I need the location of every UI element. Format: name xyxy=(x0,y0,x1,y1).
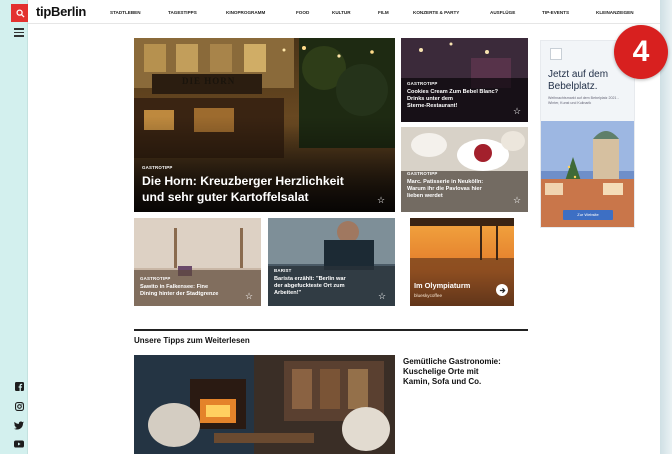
story-title-line1: Gemütliche Gastronomie: xyxy=(403,357,501,366)
nav-item-kultur[interactable]: KULTUR xyxy=(332,10,351,15)
top-navigation: tipBerlin STADTLEBEN TAGESTIPPS KINOPROG… xyxy=(28,0,660,24)
article-card-kamin[interactable] xyxy=(134,355,395,454)
nav-item-tagestipps[interactable]: TAGESTIPPS xyxy=(168,10,197,15)
ad-text: Weihnachtsmarkt auf dem Bebelplatz 2021 … xyxy=(548,96,619,105)
ad-headline-line1: Jetzt auf dem xyxy=(548,69,609,80)
nav-item-tip-events[interactable]: TIP-EVENTS xyxy=(542,10,569,15)
menu-icon[interactable] xyxy=(14,28,24,39)
story-title[interactable]: Gemütliche Gastronomie: Kuschelige Orte … xyxy=(403,357,528,387)
side-rail xyxy=(0,0,29,454)
card-title-line1: Marc. Patisserie in Neukölln: xyxy=(407,179,484,185)
card-image xyxy=(134,355,395,454)
article-card-marc-patisserie[interactable]: GASTROTIPP Marc. Patisserie in Neukölln:… xyxy=(401,127,528,212)
promo-subtitle: blueskycoffee xyxy=(414,293,443,298)
hero-title-line2: und sehr guter Kartoffelsalat xyxy=(142,190,309,204)
card-title-line2: Dining hinter der Stadtgrenze xyxy=(140,291,219,297)
promo-card-olympiaturm[interactable]: Im Olympiaturm blueskycoffee xyxy=(410,218,514,306)
nav-item-kinoprogramm[interactable]: KINOPROGRAMM xyxy=(226,10,265,15)
ad-headline-line2: Bebelplatz. xyxy=(548,81,598,92)
hero-sign-text: DIE HORN xyxy=(182,76,236,86)
browser-page: tipBerlin STADTLEBEN TAGESTIPPS KINOPROG… xyxy=(0,0,660,454)
site-logo[interactable]: tipBerlin xyxy=(36,4,86,19)
youtube-icon[interactable] xyxy=(13,438,25,450)
article-card-cookies-cream[interactable]: GASTROTIPP Cookies Cream Zum Bebel Blanc… xyxy=(401,38,528,122)
section-divider xyxy=(134,329,528,331)
star-icon[interactable]: ☆ xyxy=(245,292,253,301)
nav-item-konzerte-party[interactable]: KONZERTE & PARTY xyxy=(413,10,459,15)
card-title-line3: lieben werdet xyxy=(407,193,443,199)
search-icon xyxy=(15,8,25,18)
nav-item-ausfluege[interactable]: AUSFLÜGE xyxy=(490,10,515,15)
nav-item-food[interactable]: FOOD xyxy=(296,10,309,15)
card-title-line2: Drinks unter dem xyxy=(407,96,454,102)
search-button[interactable] xyxy=(11,4,29,22)
step-badge: 4 xyxy=(614,25,668,79)
card-title-line1: Sawito in Falkensee: Fine xyxy=(140,284,209,290)
article-card-sawito[interactable]: GASTROTIPP Sawito in Falkensee: Fine Din… xyxy=(134,218,261,306)
ad-cta-button[interactable]: Zur Website xyxy=(563,210,613,220)
section-heading: Unsere Tipps zum Weiterlesen xyxy=(134,336,250,345)
nav-item-film[interactable]: FILM xyxy=(378,10,389,15)
nav-item-stadtleben[interactable]: STADTLEBEN xyxy=(110,10,141,15)
star-icon[interactable]: ☆ xyxy=(377,196,385,205)
star-icon[interactable]: ☆ xyxy=(513,196,521,205)
hero-kicker: GASTROTIPP xyxy=(142,165,173,170)
card-kicker: GASTROTIPP xyxy=(407,171,438,176)
story-title-line2: Kuschelige Orte mit xyxy=(403,367,479,376)
twitter-icon[interactable] xyxy=(13,419,25,431)
promo-title: Im Olympiaturm xyxy=(414,281,471,290)
card-kicker: GASTROTIPP xyxy=(407,81,438,86)
facebook-icon[interactable] xyxy=(13,380,25,392)
star-icon[interactable]: ☆ xyxy=(513,107,521,116)
hero-title-line1: Die Horn: Kreuzberger Herzlichkeit xyxy=(142,174,344,188)
card-title-line3: Sterne-Restaurant! xyxy=(407,103,458,109)
instagram-icon[interactable] xyxy=(13,400,25,412)
article-card-barista[interactable]: BARIST Barista erzählt: "Berlin war der … xyxy=(268,218,395,306)
card-title-line1: Barista erzählt: "Berlin war xyxy=(274,276,346,282)
star-icon[interactable]: ☆ xyxy=(378,292,386,301)
card-kicker: BARIST xyxy=(274,268,292,273)
story-title-line3: Kamin, Sofa und Co. xyxy=(403,377,482,386)
card-title-line1: Cookies Cream Zum Bebel Blanc? xyxy=(407,89,499,95)
card-title-line2: Warum ihr die Pavlovas hier xyxy=(407,186,482,192)
hero-article[interactable]: DIE HORN GASTROTIPP Die Horn: Kreuzberge… xyxy=(134,38,395,212)
card-title-line3: Arbeiten!" xyxy=(274,290,302,296)
ad-logo xyxy=(550,48,562,60)
nav-item-kleinanzeigen[interactable]: KLEINANZEIGEN xyxy=(596,10,634,15)
card-title-line2: der abgefuckteste Ort zum xyxy=(274,283,345,289)
arrow-right-icon[interactable] xyxy=(496,284,508,296)
card-kicker: GASTROTIPP xyxy=(140,276,171,281)
